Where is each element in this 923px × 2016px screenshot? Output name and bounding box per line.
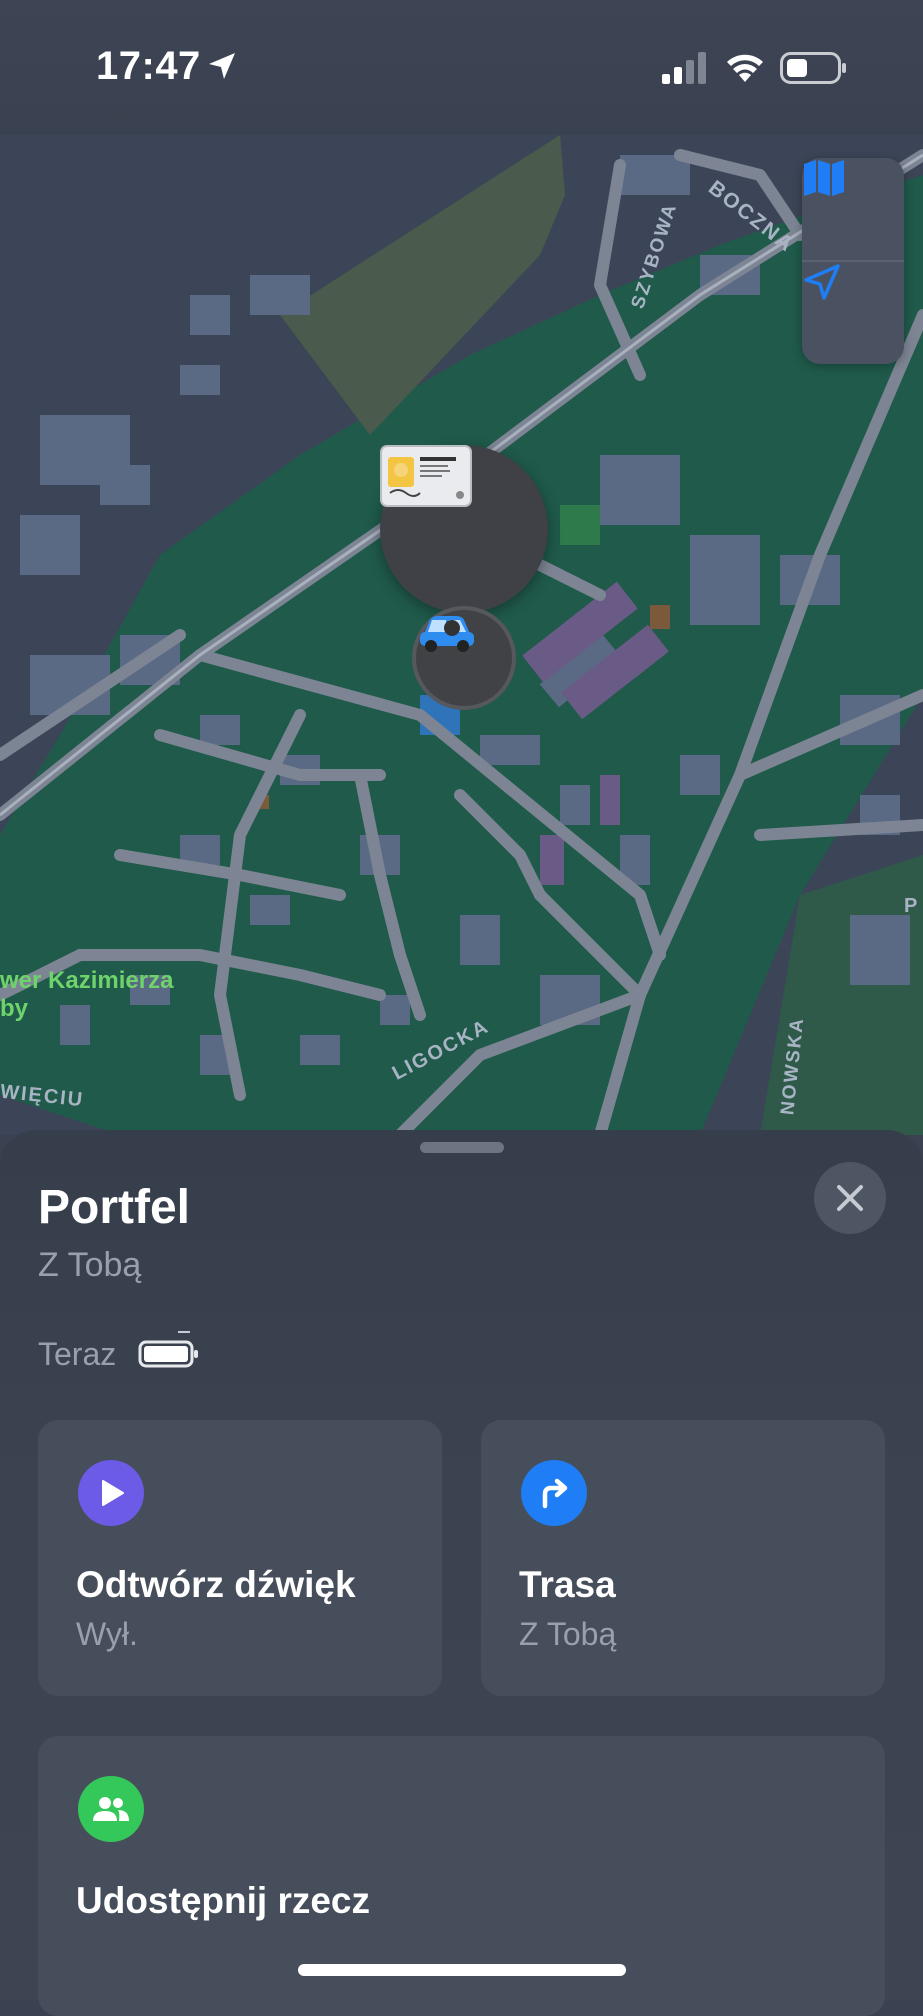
share-icon-circle bbox=[78, 1776, 144, 1842]
play-icon bbox=[102, 1480, 124, 1506]
route-card[interactable]: Trasa Z Tobą bbox=[481, 1420, 885, 1696]
map-controls bbox=[802, 158, 904, 364]
play-sound-status: Wył. bbox=[76, 1616, 138, 1652]
location-arrow-icon bbox=[209, 53, 235, 79]
map-view[interactable]: BOCZNA SZYBOWA LIGOCKA WIĘCIU NOWSKA P w… bbox=[0, 135, 923, 1135]
status-time: 17:47 bbox=[96, 44, 201, 88]
people-icon bbox=[93, 1797, 129, 1821]
route-icon-circle bbox=[521, 1460, 587, 1526]
item-title: Portfel bbox=[38, 1181, 191, 1234]
poi-label-line1: wer Kazimierza bbox=[0, 967, 174, 994]
play-sound-icon-circle bbox=[78, 1460, 144, 1526]
share-item-title: Udostępnij rzecz bbox=[76, 1880, 370, 1921]
item-detail-sheet: Portfel Z Tobą Teraz Odtwórz dźwięk Wył.… bbox=[0, 1130, 923, 2016]
street-label-p: P bbox=[904, 895, 920, 917]
map-mode-icon bbox=[804, 160, 844, 196]
signal-bars-icon bbox=[662, 52, 706, 84]
wifi-icon bbox=[727, 54, 763, 82]
battery-icon bbox=[780, 52, 846, 84]
close-icon bbox=[837, 1185, 863, 1211]
battery-low-icon bbox=[138, 1331, 198, 1368]
route-subtitle: Z Tobą bbox=[519, 1616, 617, 1652]
wallet-card-icon bbox=[380, 445, 472, 507]
car-pin[interactable] bbox=[412, 606, 516, 710]
map-mode-button[interactable] bbox=[802, 158, 904, 260]
sheet-grabber[interactable] bbox=[420, 1142, 504, 1153]
locate-me-icon bbox=[804, 264, 840, 300]
item-location-subtitle: Z Tobą bbox=[38, 1246, 142, 1284]
car-icon bbox=[420, 616, 474, 652]
close-button[interactable] bbox=[814, 1162, 886, 1234]
status-bar: 17:47 bbox=[0, 0, 923, 135]
play-sound-card[interactable]: Odtwórz dźwięk Wył. bbox=[38, 1420, 442, 1696]
play-sound-title: Odtwórz dźwięk bbox=[76, 1564, 356, 1605]
last-seen-time: Teraz bbox=[38, 1336, 117, 1372]
poi-label-line2: by bbox=[0, 995, 29, 1022]
route-title: Trasa bbox=[519, 1564, 616, 1605]
turn-right-arrow-icon bbox=[542, 1478, 568, 1509]
home-indicator[interactable] bbox=[298, 1964, 626, 1976]
wallet-pin[interactable] bbox=[380, 445, 548, 613]
locate-me-button[interactable] bbox=[802, 262, 904, 364]
